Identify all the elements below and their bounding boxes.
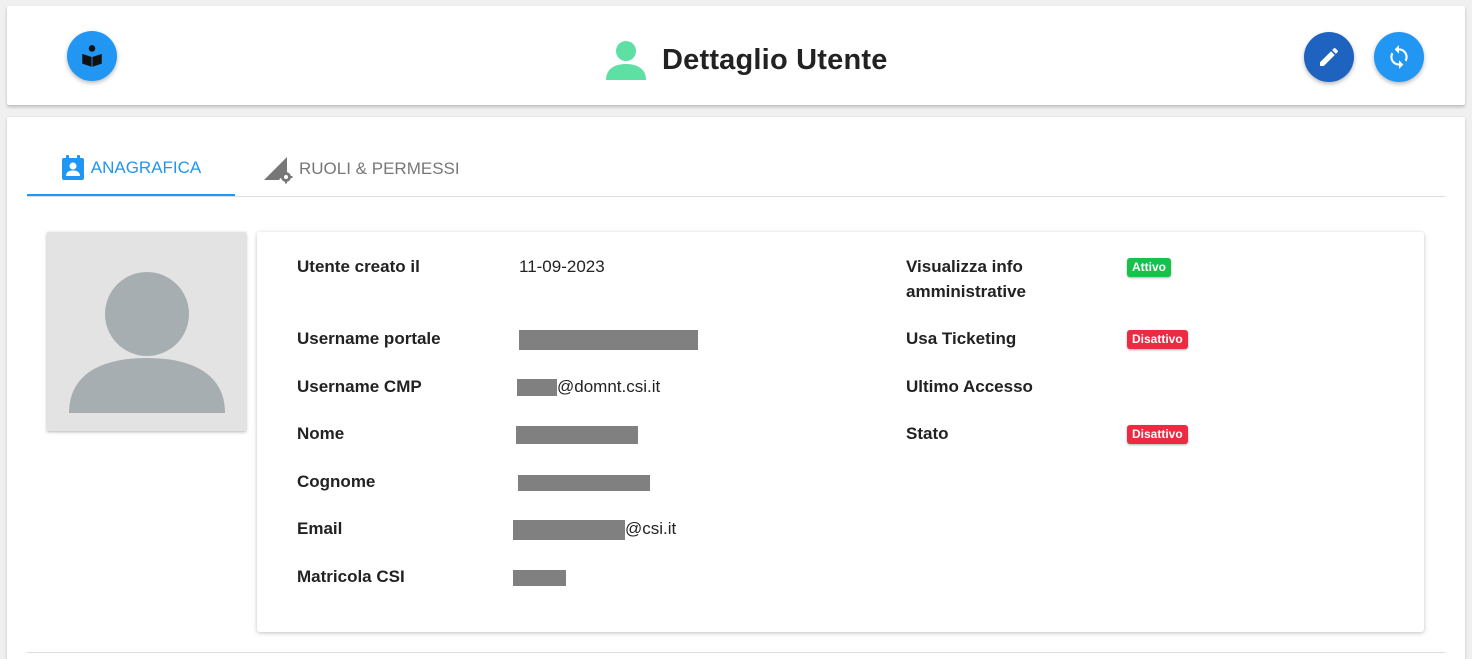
value-email: @csi.it <box>513 516 676 541</box>
username-cmp-domain: @domnt.csi.it <box>557 377 661 396</box>
refresh-icon <box>1390 45 1408 69</box>
value-nome <box>516 421 638 446</box>
tab-anagrafica[interactable]: ANAGRAFICA <box>27 141 235 196</box>
user-detail-card: Utente creato il 11-09-2023 Username por… <box>257 232 1424 632</box>
tab-bar: ANAGRAFICA RUOLI & PERMESSI <box>27 141 1445 197</box>
label-ultimo-accesso: Ultimo Accesso <box>906 377 1033 396</box>
redacted-block <box>517 379 557 397</box>
label-created: Utente creato il <box>297 257 420 276</box>
contact-card-icon <box>61 154 85 181</box>
value-username-portale <box>519 326 698 351</box>
value-cognome <box>518 469 650 494</box>
avatar <box>47 232 246 431</box>
value-created: 11-09-2023 <box>519 257 605 276</box>
label-usa-ticketing: Usa Ticketing <box>906 329 1017 348</box>
label-matricola: Matricola CSI <box>297 567 405 586</box>
page-title-group: Dettaglio Utente <box>604 36 888 84</box>
status-badge: Disattivo <box>1127 330 1188 349</box>
redacted-block <box>513 569 566 586</box>
redacted-block <box>518 474 650 491</box>
label-email: Email <box>297 519 343 538</box>
book-reader-icon <box>82 45 102 67</box>
status-badge: Disattivo <box>1127 425 1188 444</box>
tab-ruoli-permessi[interactable]: RUOLI & PERMESSI <box>263 141 473 196</box>
main-panel: ANAGRAFICA RUOLI & PERMESSI Utente creat… <box>7 117 1465 659</box>
edit-button[interactable] <box>1304 32 1354 82</box>
guide-button[interactable] <box>67 31 117 81</box>
signal-settings-icon <box>263 154 293 184</box>
tab-ruoli-label: RUOLI & PERMESSI <box>299 158 460 178</box>
status-badge: Attivo <box>1127 258 1171 277</box>
page-header: Dettaglio Utente <box>7 6 1465 105</box>
email-domain: @csi.it <box>625 519 677 538</box>
label-username-cmp: Username CMP <box>297 377 422 396</box>
label-stato: Stato <box>906 424 949 443</box>
redacted-block <box>519 329 698 350</box>
label-visualizza-info: Visualizza info amministrative <box>906 257 1026 301</box>
user-icon <box>606 41 646 80</box>
label-nome: Nome <box>297 424 345 443</box>
pencil-icon <box>1320 47 1339 66</box>
label-username-portale: Username portale <box>297 329 441 348</box>
redacted-block <box>513 519 625 540</box>
redacted-block <box>516 425 638 444</box>
avatar-placeholder-icon <box>69 272 225 413</box>
value-matricola <box>513 564 566 589</box>
value-username-cmp: @domnt.csi.it <box>517 374 660 399</box>
page-title: Dettaglio Utente <box>662 43 888 76</box>
label-cognome: Cognome <box>297 472 376 491</box>
refresh-button[interactable] <box>1374 32 1424 82</box>
divider <box>27 652 1445 653</box>
tab-anagrafica-label: ANAGRAFICA <box>90 157 202 177</box>
